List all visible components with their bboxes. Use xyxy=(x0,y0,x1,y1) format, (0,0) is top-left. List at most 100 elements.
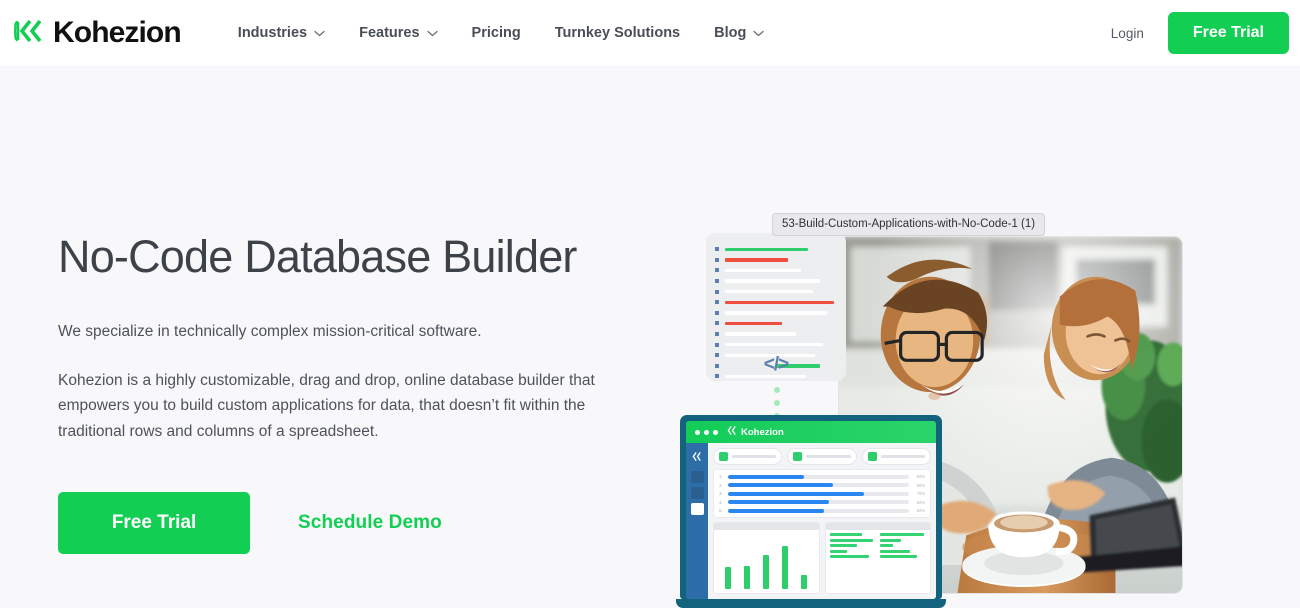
code-bullet-icon xyxy=(715,332,719,337)
bar-chart-panel xyxy=(713,522,820,594)
stat-card-line xyxy=(806,455,851,458)
row-number: 4. xyxy=(719,499,723,505)
chevron-down-icon xyxy=(426,25,438,41)
text-line xyxy=(829,544,857,548)
stat-card-line xyxy=(880,455,925,458)
row-percent: 50% xyxy=(916,474,925,479)
code-bullet-icon xyxy=(715,289,719,294)
window-dot-icon[interactable] xyxy=(695,429,700,435)
code-line xyxy=(715,276,837,287)
progress-track xyxy=(728,483,909,488)
text-line xyxy=(829,538,873,542)
nav-label: Industries xyxy=(237,25,308,41)
nav-item-turnkey-solutions[interactable]: Turnkey Solutions xyxy=(538,25,697,41)
code-bullet-icon xyxy=(715,247,719,252)
code-tag-icon: </> xyxy=(763,354,789,375)
table-row: 1. 50% xyxy=(719,474,925,479)
code-bullet-icon xyxy=(715,342,719,347)
code-line xyxy=(715,339,837,350)
text-line xyxy=(829,554,869,558)
code-line xyxy=(715,308,837,319)
sidebar-logo-icon xyxy=(692,449,703,467)
brand-name: Kohezion xyxy=(53,16,182,49)
connector-dot-icon xyxy=(774,400,780,406)
schedule-demo-link[interactable]: Schedule Demo xyxy=(298,512,442,534)
code-line xyxy=(715,244,837,255)
stat-card[interactable] xyxy=(713,448,783,465)
text-line xyxy=(880,549,910,553)
text-block-columns xyxy=(826,530,931,593)
chevron-down-icon xyxy=(753,25,764,41)
chart-bar xyxy=(744,565,751,589)
app-title-bar: Kohezion xyxy=(686,421,936,443)
hero-paragraph-1: We specialize in technically complex mis… xyxy=(58,323,482,341)
progress-track xyxy=(728,474,909,479)
nav-label: Blog xyxy=(714,25,747,41)
row-percent: 50% xyxy=(916,508,925,514)
stat-card[interactable] xyxy=(861,448,931,465)
app-progress-table: 1. 50% 2. 60% 3. 70% 4. 50% 5. 50% xyxy=(713,469,931,519)
hero-free-trial-button[interactable]: Free Trial xyxy=(58,491,250,554)
nav-item-blog[interactable]: Blog xyxy=(697,25,781,41)
stat-card[interactable] xyxy=(787,448,857,465)
app-body: 1. 50% 2. 60% 3. 70% 4. 50% 5. 50% xyxy=(686,443,936,599)
code-line xyxy=(715,286,837,297)
laptop-screen: Kohezion 1. 50% 2. 60% 3. 70% 4. 50% 5. … xyxy=(686,421,936,599)
text-block-column-left xyxy=(829,533,876,590)
grid-icon xyxy=(867,452,877,461)
chart-bar xyxy=(725,566,732,589)
nav-item-features[interactable]: Features xyxy=(342,25,454,41)
bell-icon xyxy=(719,452,728,461)
page-title: No-Code Database Builder xyxy=(58,231,577,282)
code-bullet-icon xyxy=(715,310,719,315)
text-blocks-panel xyxy=(824,522,931,594)
code-bullet-icon xyxy=(715,279,719,284)
progress-track xyxy=(728,500,909,505)
sidebar-tile-3-active[interactable] xyxy=(690,503,704,515)
laptop-body: Kohezion 1. 50% 2. 60% 3. 70% 4. 50% 5. … xyxy=(680,415,942,599)
app-bottom-panels xyxy=(713,522,931,594)
window-controls xyxy=(695,429,718,435)
text-block-column-right xyxy=(880,533,926,590)
text-line xyxy=(880,544,894,548)
sidebar-tile-1[interactable] xyxy=(690,471,704,483)
chart-bar xyxy=(801,574,807,589)
chart-bar xyxy=(763,554,770,589)
text-line xyxy=(880,533,925,537)
site-header: Kohezion Industries Features Pricing Tur… xyxy=(0,0,1300,66)
code-line xyxy=(715,255,837,266)
table-row: 4. 50% xyxy=(719,500,925,505)
window-dot-icon[interactable] xyxy=(713,429,718,435)
nav-item-pricing[interactable]: Pricing xyxy=(455,25,538,41)
login-link[interactable]: Login xyxy=(1111,26,1144,41)
hero-paragraph-2: Kohezion is a highly customizable, drag … xyxy=(58,371,595,441)
progress-track xyxy=(728,491,909,496)
panel-header xyxy=(714,523,819,531)
nav-label: Turnkey Solutions xyxy=(554,25,681,41)
row-percent: 60% xyxy=(916,482,925,488)
code-line xyxy=(715,318,837,329)
code-bullet-icon xyxy=(715,300,719,305)
sidebar-tile-2[interactable] xyxy=(690,487,704,499)
text-line xyxy=(880,554,917,558)
nav-item-industries[interactable]: Industries xyxy=(221,25,342,41)
table-row: 5. 50% xyxy=(719,508,925,513)
header-free-trial-button[interactable]: Free Trial xyxy=(1167,12,1289,54)
nav-label: Pricing xyxy=(471,25,521,41)
app-stat-cards xyxy=(713,448,931,465)
code-snippet-card: </> xyxy=(706,233,846,381)
battery-icon xyxy=(793,452,803,461)
text-line xyxy=(880,538,902,542)
image-filename-tooltip: 53-Build-Custom-Applications-with-No-Cod… xyxy=(772,213,1046,236)
row-number: 2. xyxy=(719,482,723,488)
progress-track xyxy=(728,508,909,513)
code-line xyxy=(715,329,837,340)
window-dot-icon[interactable] xyxy=(704,429,709,435)
stat-card-line xyxy=(732,455,777,458)
chevron-down-icon xyxy=(314,25,325,41)
hero-illustration: </> Kohezion 1. 50% 2. 60% 3. 70% 4. 50%… xyxy=(676,225,1200,608)
app-logo-icon xyxy=(727,423,738,441)
panel-header xyxy=(825,523,930,531)
brand-logo[interactable]: Kohezion xyxy=(13,16,182,51)
row-number: 5. xyxy=(719,508,723,514)
